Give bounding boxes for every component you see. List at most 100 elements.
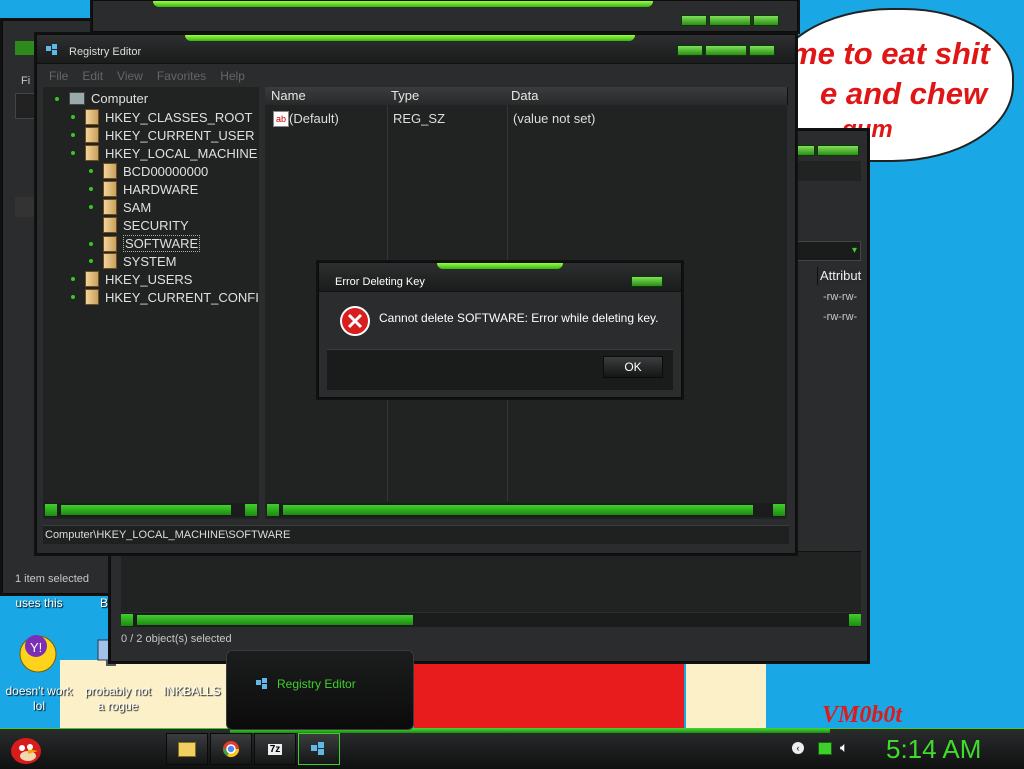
file-list-area — [121, 551, 861, 612]
taskbar — [0, 728, 1024, 769]
folder-icon — [103, 181, 117, 197]
tree-item-computer[interactable]: Computer — [55, 91, 148, 106]
window-title: Registry Editor — [69, 46, 142, 58]
tree-item-software[interactable]: SOFTWARE — [89, 235, 201, 252]
scroll-right-button[interactable] — [245, 504, 257, 516]
column-data[interactable]: Data — [505, 87, 788, 105]
registry-icon — [311, 742, 324, 755]
tree-item-sam[interactable]: SAM — [89, 199, 151, 215]
clock[interactable]: 5:14 AM — [886, 734, 981, 765]
close-button — [749, 45, 775, 56]
angry-bird-icon[interactable] — [6, 732, 46, 766]
status-path: Computer\HKEY_LOCAL_MACHINE\SOFTWARE — [45, 529, 291, 541]
desktop-icon-label[interactable]: probably not a rogue — [80, 684, 156, 714]
dialog-controls[interactable] — [631, 276, 663, 287]
taskbar-7zip-button[interactable]: 7z — [254, 733, 296, 765]
tree-item-hklm[interactable]: HKEY_LOCAL_MACHINE — [71, 145, 257, 161]
taskbar-registry-button[interactable] — [298, 733, 340, 765]
network-icon[interactable] — [818, 742, 832, 755]
wallpaper-signature: VM0b0t — [822, 702, 903, 728]
desktop-icon-label[interactable]: doesn't work lol — [0, 684, 78, 714]
horizontal-scrollbar[interactable] — [121, 613, 861, 627]
folder-icon — [103, 235, 117, 252]
menu-favorites[interactable]: Favorites — [157, 69, 206, 83]
scroll-right-button[interactable] — [849, 614, 861, 626]
tree-item-hardware[interactable]: HARDWARE — [89, 181, 198, 197]
tree-item-security[interactable]: SECURITY — [89, 217, 189, 233]
preview-title: Registry Editor — [277, 677, 356, 691]
dialog-title: Error Deleting Key — [335, 276, 425, 288]
column-attributes[interactable]: Attribut — [817, 267, 864, 285]
menu-file-fragment[interactable]: Fi — [21, 75, 30, 87]
menu-edit[interactable]: Edit — [82, 69, 103, 83]
tree-item-hkcu[interactable]: HKEY_CURRENT_USER — [71, 127, 255, 143]
path-dropdown[interactable]: ▾ — [797, 241, 861, 261]
folder-icon — [85, 127, 99, 143]
background-window-top[interactable] — [92, 0, 798, 32]
tree-item-bcd[interactable]: BCD00000000 — [89, 163, 208, 179]
column-type[interactable]: Type — [385, 87, 506, 105]
registry-icon — [45, 43, 61, 60]
desktop-icon-label[interactable]: INKBALLS — [162, 684, 222, 699]
menu-bar: File Edit View Favorites Help — [49, 69, 245, 83]
dialog-message: Cannot delete SOFTWARE: Error while dele… — [379, 311, 659, 325]
7zip-icon: 7z — [267, 743, 283, 755]
taskbar-chrome-button[interactable] — [210, 733, 252, 765]
tree-item-hkcc[interactable]: HKEY_CURRENT_CONFI — [71, 289, 259, 305]
value-row[interactable]: ab (Default) REG_SZ (value not set) — [265, 111, 785, 129]
scroll-left-button[interactable] — [121, 614, 133, 626]
window-controls[interactable] — [681, 15, 779, 26]
column-name[interactable]: Name — [265, 87, 386, 105]
registry-title-bar[interactable]: Registry Editor — [37, 35, 795, 64]
scroll-thumb[interactable] — [283, 505, 753, 515]
window-controls[interactable] — [789, 145, 859, 156]
dialog-button-area: OK — [327, 349, 673, 390]
error-dialog[interactable]: Error Deleting Key Cannot delete SOFTWAR… — [318, 262, 682, 398]
folder-icon — [85, 289, 99, 305]
desktop-icon-label[interactable]: uses this — [4, 596, 74, 611]
folder-icon — [103, 253, 117, 269]
maximize-button — [705, 45, 747, 56]
folder-icon — [85, 271, 99, 287]
folder-icon — [103, 199, 117, 215]
chevron-down-icon: ▾ — [851, 245, 857, 256]
scroll-right-button[interactable] — [773, 504, 785, 516]
computer-icon — [69, 92, 85, 105]
wallpaper-cream-right — [686, 660, 766, 735]
scroll-thumb[interactable] — [61, 505, 231, 515]
folder-icon — [178, 741, 196, 757]
back-icon[interactable]: ‹ — [792, 742, 804, 754]
registry-icon — [255, 677, 271, 694]
ok-button[interactable]: OK — [603, 356, 663, 378]
yahoo-messenger-icon[interactable]: Y! — [16, 632, 60, 676]
tree-item-hkcr[interactable]: HKEY_CLASSES_ROOT — [71, 109, 252, 125]
attribute-cell: -rw-rw- — [823, 291, 858, 303]
tree-horizontal-scrollbar[interactable] — [45, 503, 257, 517]
menu-file[interactable]: File — [49, 69, 68, 83]
status-text: 0 / 2 object(s) selected — [121, 633, 232, 645]
folder-icon — [85, 145, 99, 161]
dialog-body: Cannot delete SOFTWARE: Error while dele… — [327, 293, 673, 349]
scroll-left-button[interactable] — [45, 504, 57, 516]
title-glow — [185, 35, 635, 41]
tree-item-system[interactable]: SYSTEM — [89, 253, 176, 269]
scroll-thumb[interactable] — [137, 615, 413, 625]
menu-help[interactable]: Help — [220, 69, 245, 83]
tree-pane[interactable]: Computer HKEY_CLASSES_ROOT HKEY_CURRENT_… — [43, 87, 259, 519]
taskbar-explorer-button[interactable] — [166, 733, 208, 765]
chrome-icon — [222, 741, 240, 758]
values-horizontal-scrollbar[interactable] — [267, 503, 785, 517]
menu-view[interactable]: View — [117, 69, 143, 83]
status-bar: Computer\HKEY_LOCAL_MACHINE\SOFTWARE — [43, 525, 789, 544]
dialog-title-bar[interactable]: Error Deleting Key — [319, 263, 681, 292]
title-glow — [437, 263, 563, 269]
wallpaper-red-block — [414, 660, 684, 735]
window-controls[interactable] — [677, 45, 775, 56]
bubble-line-1: me to eat shit — [790, 36, 990, 71]
taskbar-preview[interactable]: Registry Editor — [226, 650, 414, 730]
tree-item-hku[interactable]: HKEY_USERS — [71, 271, 192, 287]
error-icon — [339, 305, 371, 340]
scroll-left-button[interactable] — [267, 504, 279, 516]
volume-icon[interactable]: 🔈︎ — [840, 739, 848, 756]
title-glow — [153, 1, 653, 7]
